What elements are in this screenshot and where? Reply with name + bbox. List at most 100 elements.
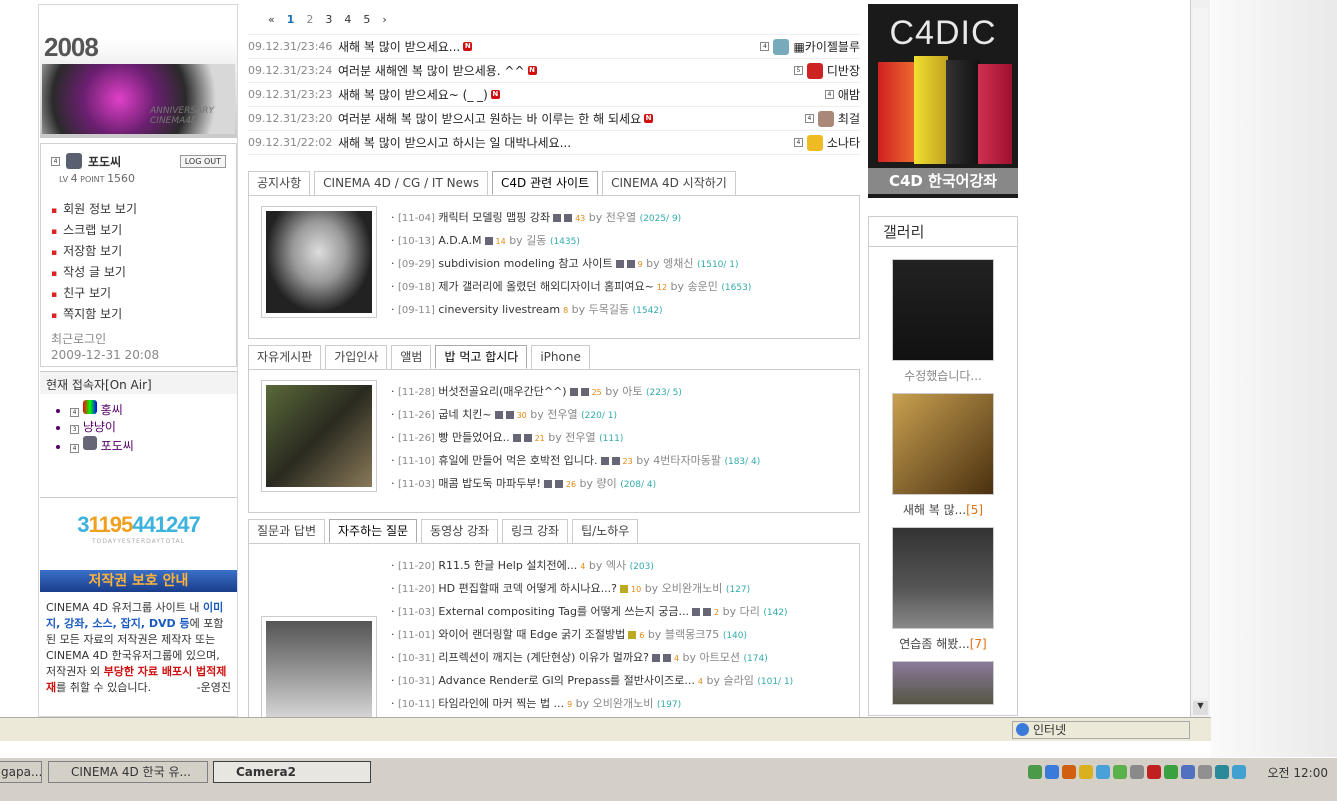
news-date: 09.12.31/23:20 bbox=[248, 112, 333, 125]
menu-friends[interactable]: 친구 보기 bbox=[51, 283, 226, 304]
user-box: 4 포도씨 LOG OUT LV 4 POINT 1560 회원 정보 보기 스… bbox=[40, 143, 237, 367]
online-user[interactable]: 4 홍씨 bbox=[70, 400, 237, 418]
scroll-down-icon[interactable]: ▼ bbox=[1193, 701, 1208, 715]
menu-saved[interactable]: 저장함 보기 bbox=[51, 241, 226, 262]
level-icon: 4 bbox=[51, 156, 60, 166]
tab-tips[interactable]: 팁/노하우 bbox=[572, 519, 639, 543]
news-title[interactable]: 여러분 새해 복 많이 받으시고 원하는 바 이루는 한 해 되세요 bbox=[338, 110, 641, 127]
tab-link-lectures[interactable]: 링크 강좌 bbox=[502, 519, 569, 543]
tray-icon[interactable] bbox=[1164, 765, 1178, 779]
news-author[interactable]: 4 ▦카이젤블루 bbox=[760, 38, 860, 55]
list-item[interactable]: · [11-20] HD 편집할때 코덱 어떻게 하시나요...? 10 by 오… bbox=[391, 577, 847, 600]
tray-icon[interactable] bbox=[1045, 765, 1059, 779]
news-title[interactable]: 여러분 새해엔 복 많이 받으세용. ^^ bbox=[338, 62, 525, 79]
list-item[interactable]: · [11-26] 굽네 치킨~ 30 by 전우열 (220/ 1) bbox=[391, 403, 847, 426]
news-title[interactable]: 새해 복 많이 받으세요... bbox=[338, 38, 460, 55]
list-item[interactable]: · [10-31] Advance Render로 GI의 Prepass를 절… bbox=[391, 669, 847, 692]
list-item[interactable]: · [11-26] 빵 만들었어요.. 21 by 전우열 (111) bbox=[391, 426, 847, 449]
logout-button[interactable]: LOG OUT bbox=[179, 154, 226, 168]
user-nickname[interactable]: 포도씨 bbox=[88, 153, 121, 170]
tab-album[interactable]: 앨범 bbox=[391, 345, 432, 369]
page-3[interactable]: 3 bbox=[325, 13, 332, 26]
tab-video-lectures[interactable]: 동영상 강좌 bbox=[421, 519, 499, 543]
page-5[interactable]: 5 bbox=[363, 13, 370, 26]
level-label: LV bbox=[59, 175, 69, 184]
task-button[interactable]: gapa... bbox=[0, 761, 42, 783]
menu-member-info[interactable]: 회원 정보 보기 bbox=[51, 199, 226, 220]
board3-tabs: 질문과 답변 자주하는 질문 동영상 강좌 링크 강좌 팁/노하우 bbox=[248, 519, 860, 543]
gallery-thumb[interactable] bbox=[892, 661, 994, 705]
tray-icon[interactable] bbox=[1130, 765, 1144, 779]
tab-greetings[interactable]: 가입인사 bbox=[325, 345, 388, 369]
tray-icon[interactable] bbox=[1028, 765, 1042, 779]
tray-icon[interactable] bbox=[1232, 765, 1246, 779]
tray-icon[interactable] bbox=[1181, 765, 1195, 779]
pager-next[interactable]: › bbox=[382, 13, 386, 26]
page-1[interactable]: 1 bbox=[287, 13, 295, 26]
tab-free-board[interactable]: 자유게시판 bbox=[248, 345, 322, 369]
gallery-thumb[interactable] bbox=[892, 527, 994, 629]
list-item[interactable]: · [11-20] R11.5 한글 Help 설치전에... 4 by 엑사 (… bbox=[391, 554, 847, 577]
last-login-time: 2009-12-31 20:08 bbox=[51, 348, 160, 362]
online-user[interactable]: 3 냥냥이 bbox=[70, 418, 237, 436]
gallery-caption[interactable]: 새해 복 많...[5] bbox=[869, 501, 1017, 517]
tab-news[interactable]: CINEMA 4D / CG / IT News bbox=[314, 171, 489, 195]
list-item[interactable]: · [10-31] 리프렉션이 깨지는 (계단현상) 이유가 멀까요? 4 by … bbox=[391, 646, 847, 669]
c4dic-ad-banner[interactable]: C4DIC C4D 한국어강좌 bbox=[868, 4, 1018, 198]
tray-icon[interactable] bbox=[1198, 765, 1212, 779]
news-author[interactable]: 4 최걸 bbox=[804, 110, 860, 127]
demoreel-banner[interactable]: 2008 DEMOREEL ANNIVERSARY CINEMA4D bbox=[40, 6, 237, 138]
vertical-scrollbar[interactable]: ▼ bbox=[1190, 0, 1210, 717]
tray-icon[interactable] bbox=[1079, 765, 1093, 779]
tab-iphone[interactable]: iPhone bbox=[531, 345, 590, 369]
gallery-caption[interactable]: 연습좀 해봤...[7] bbox=[869, 635, 1017, 651]
list-item[interactable]: · [10-13] A.D.A.M 14 by 길동 (1435) bbox=[391, 229, 847, 252]
list-item[interactable]: · [11-03] 매콤 밥도둑 마파두부! 26 by 량이 (208/ 4) bbox=[391, 472, 847, 495]
copyright-signature: -운영진 bbox=[196, 681, 231, 694]
tab-c4d-sites[interactable]: C4D 관련 사이트 bbox=[492, 171, 599, 195]
news-author[interactable]: 5 디반장 bbox=[793, 62, 860, 79]
list-item[interactable]: · [09-29] subdivision modeling 참고 사이트 9 b… bbox=[391, 252, 847, 275]
shield-icon[interactable] bbox=[1147, 765, 1161, 779]
tab-notice[interactable]: 공지사항 bbox=[248, 171, 311, 195]
page-4[interactable]: 4 bbox=[344, 13, 351, 26]
online-user[interactable]: 4 포도씨 bbox=[70, 436, 237, 454]
list-item[interactable]: · [11-03] External compositing Tag를 어떻게 … bbox=[391, 600, 847, 623]
tab-faq[interactable]: 자주하는 질문 bbox=[329, 519, 418, 543]
page-2[interactable]: 2 bbox=[306, 13, 313, 26]
task-button-camera2[interactable]: Camera2 bbox=[213, 761, 371, 783]
new-icon: N bbox=[463, 42, 473, 51]
menu-my-posts[interactable]: 작성 글 보기 bbox=[51, 262, 226, 283]
scrollbar-track[interactable] bbox=[1193, 8, 1208, 698]
clock[interactable]: 오전 12:00 bbox=[1268, 764, 1334, 781]
tray-icon[interactable] bbox=[1215, 765, 1229, 779]
list-item[interactable]: · [09-11] cineversity livestream 8 by 두목길… bbox=[391, 298, 847, 321]
pager-first[interactable]: « bbox=[268, 13, 275, 26]
list-item[interactable]: · [09-18] 제가 갤러리에 올렸던 해외디자이너 홈피여요~ 12 by … bbox=[391, 275, 847, 298]
gallery-caption[interactable]: 수정했습니다... bbox=[869, 367, 1017, 383]
news-author[interactable]: 4 애밤 bbox=[824, 86, 860, 103]
board1-thumbnail[interactable] bbox=[261, 206, 377, 318]
task-button-browser[interactable]: CINEMA 4D 한국 유... bbox=[48, 761, 208, 783]
list-item[interactable]: · [11-04] 캐릭터 모델링 맵핑 강좌 43 by 전우열 (2025/ … bbox=[391, 206, 847, 229]
news-title[interactable]: 새해 복 많이 받으세요~ (_ _) bbox=[338, 86, 488, 103]
tab-c4d-start[interactable]: CINEMA 4D 시작하기 bbox=[602, 171, 736, 195]
list-item[interactable]: · [11-10] 휴일에 만들어 먹은 호박전 입니다. 23 by 4번타자마… bbox=[391, 449, 847, 472]
browser-status-bar: 인터넷 bbox=[0, 717, 1211, 741]
news-title[interactable]: 새해 복 많이 받으시고 하시는 일 대박나세요... bbox=[338, 134, 571, 151]
tray-icon[interactable] bbox=[1113, 765, 1127, 779]
menu-messages[interactable]: 쪽지함 보기 bbox=[51, 304, 226, 325]
news-author[interactable]: 4 소나타 bbox=[793, 134, 860, 151]
tab-food[interactable]: 밥 먹고 합시다 bbox=[435, 345, 528, 369]
tab-qna[interactable]: 질문과 답변 bbox=[248, 519, 326, 543]
list-item[interactable]: · [11-01] 와이어 랜더링할 때 Edge 굵기 조절방법 6 by 블랙… bbox=[391, 623, 847, 646]
board3-thumbnail[interactable] bbox=[261, 616, 377, 728]
list-item[interactable]: · [10-11] 타임라인에 마커 찍는 법 ... 9 by 오비완개노비 (… bbox=[391, 692, 847, 715]
list-item[interactable]: · [11-28] 버섯전골요리(매우간단^^) 25 by 아토 (223/ 5… bbox=[391, 380, 847, 403]
tray-icon[interactable] bbox=[1062, 765, 1076, 779]
gallery-thumb[interactable] bbox=[892, 259, 994, 361]
gallery-thumb[interactable] bbox=[892, 393, 994, 495]
board2-thumbnail[interactable] bbox=[261, 380, 377, 492]
menu-scrap[interactable]: 스크랩 보기 bbox=[51, 220, 226, 241]
tray-icon[interactable] bbox=[1096, 765, 1110, 779]
